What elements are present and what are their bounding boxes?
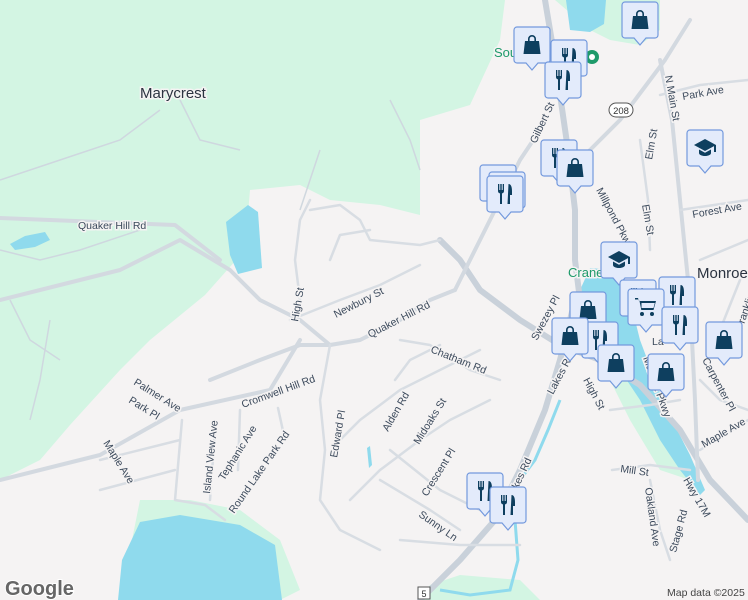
marker-restaurant[interactable] (661, 306, 699, 351)
route-shield-208: 208 (608, 102, 634, 118)
marker-pin (600, 241, 638, 286)
marker-restaurant[interactable] (489, 486, 527, 531)
marker-pin (489, 486, 527, 531)
marker-restaurant[interactable] (544, 61, 582, 106)
marker-restaurant[interactable] (486, 175, 524, 220)
marker-shopping[interactable] (647, 353, 685, 398)
marker-pin (686, 129, 724, 174)
marker-shopping[interactable] (551, 317, 589, 362)
route-5-label: 5 (421, 589, 426, 599)
marker-shopping[interactable] (597, 344, 635, 389)
route-shield-5: 5 (417, 586, 431, 600)
marker-school[interactable] (686, 129, 724, 174)
marker-shopping[interactable] (705, 321, 743, 366)
google-logo[interactable]: Google (4, 577, 75, 600)
map-data-attribution[interactable]: Map data ©2025 (667, 587, 745, 599)
poi-pin-dot (589, 54, 595, 60)
map-canvas[interactable]: Marycrest Monroe South Family Crane La Q… (0, 0, 748, 600)
marker-pin (627, 288, 665, 333)
marker-school[interactable] (600, 241, 638, 286)
marker-grocery[interactable] (627, 288, 665, 333)
marker-shopping[interactable] (621, 1, 659, 46)
marker-pin (544, 61, 582, 106)
marker-pin (661, 306, 699, 351)
marker-shopping[interactable] (556, 149, 594, 194)
place-label-monroe[interactable]: Monroe (696, 264, 748, 284)
route-208-label: 208 (613, 106, 629, 117)
street-label-quaker-hill-rd-west: Quaker Hill Rd (78, 220, 146, 232)
marker-pin (486, 175, 524, 220)
poi-label-crane[interactable]: Crane (567, 264, 605, 282)
place-label-marycrest[interactable]: Marycrest (139, 84, 209, 104)
